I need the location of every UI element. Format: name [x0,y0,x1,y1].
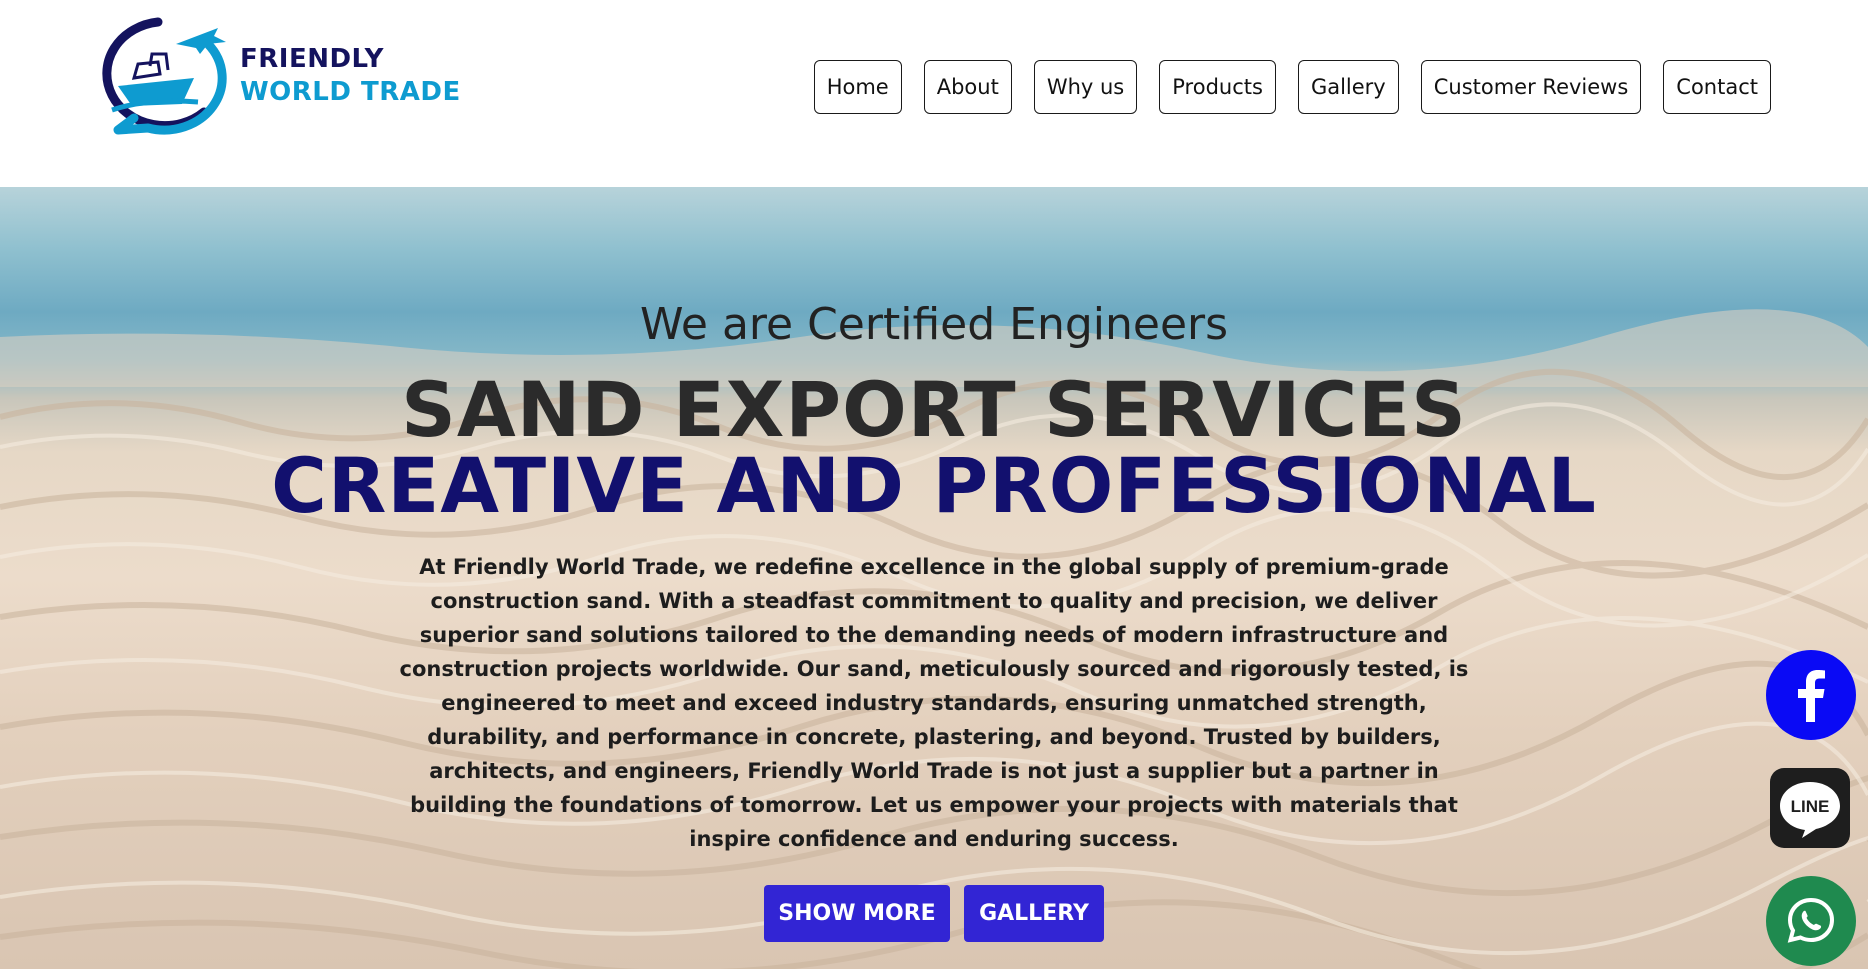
nav-customer-reviews[interactable]: Customer Reviews [1420,60,1642,114]
brand-name-line2: WORLD TRADE [240,77,461,107]
line-button[interactable]: LINE [1770,768,1850,848]
facebook-icon [1798,670,1825,722]
hero-description: At Friendly World Trade, we redefine exc… [399,555,1469,851]
whatsapp-icon [1787,897,1835,943]
nav-products[interactable]: Products [1159,60,1276,114]
hero-section: We are Certified Engineers SAND EXPORT S… [0,187,1868,969]
nav-gallery[interactable]: Gallery [1297,60,1399,114]
nav-home[interactable]: Home [813,60,902,114]
hero-kicker: We are Certified Engineers [639,299,1229,350]
main-nav: Home About Why us Products Gallery Custo… [813,60,1771,114]
gallery-button[interactable]: GALLERY [964,885,1104,942]
brand-name-line1: FRIENDLY [240,44,384,74]
hero-title-line2: CREATIVE AND PROFESSIONAL [271,441,1597,530]
line-icon: LINE [1780,782,1840,838]
whatsapp-button[interactable] [1766,876,1856,966]
nav-contact[interactable]: Contact [1663,60,1771,114]
nav-about[interactable]: About [923,60,1012,114]
nav-why-us[interactable]: Why us [1033,60,1138,114]
brand-logo[interactable]: FRIENDLY WORLD TRADE [88,14,468,138]
facebook-button[interactable] [1766,650,1856,740]
show-more-button[interactable]: SHOW MORE [764,885,950,942]
logo-ship-plane-icon [102,17,227,135]
site-header: FRIENDLY WORLD TRADE Home About Why us P… [0,0,1868,187]
line-icon-label: LINE [1791,797,1830,816]
